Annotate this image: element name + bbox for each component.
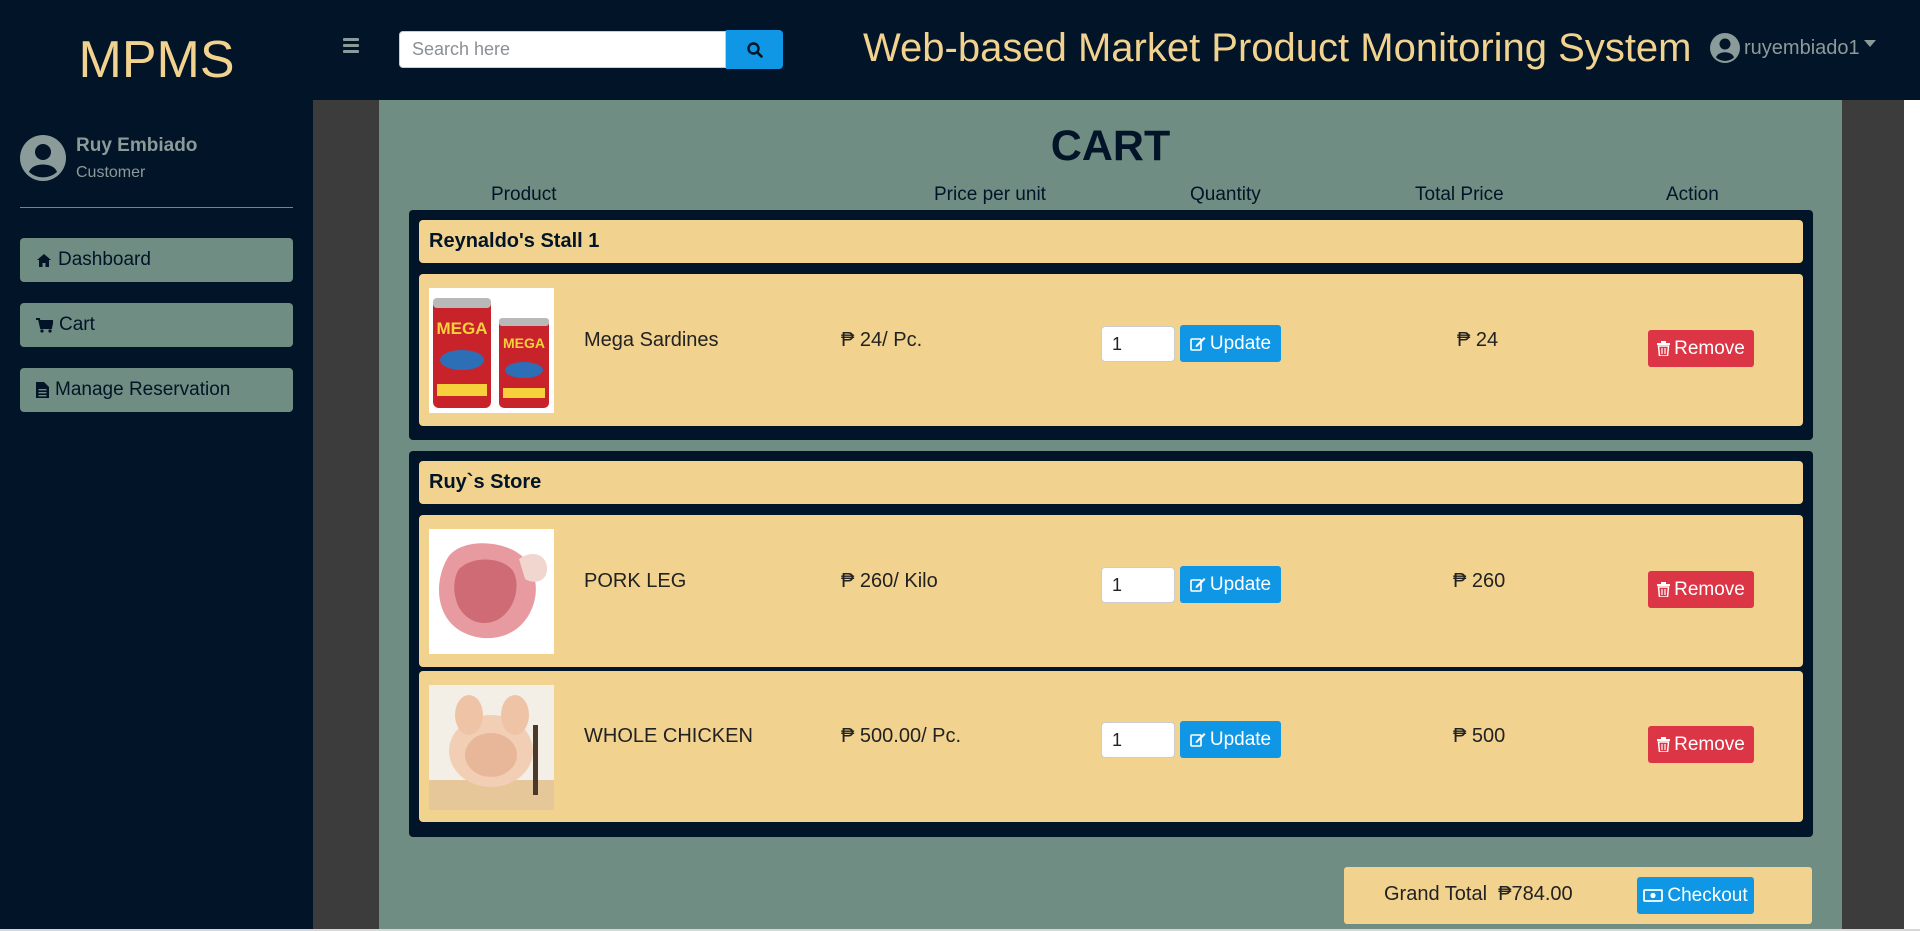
column-header-price: Price per unit [934,184,1046,205]
update-label: Update [1209,728,1272,750]
line-total: ₱ 24 [1457,329,1499,351]
sidebar: MPMS Ruy Embiado Customer Dashboard Cart [0,0,313,929]
product-image: MEGA MEGA [429,288,554,413]
topbar: Web-based Market Product Monitoring Syst… [313,0,1920,100]
line-total: ₱ 500 [1453,725,1506,747]
page-title: CART [1050,122,1171,170]
cart-item-row: WHOLE CHICKEN ₱ 500.00/ Pc. Update ₱ 500 [419,671,1803,822]
sidebar-item-label: Manage Reservation [55,379,231,400]
product-name: WHOLE CHICKEN [584,725,753,747]
quantity-input[interactable] [1101,722,1175,758]
money-bill-icon [1643,889,1664,902]
trash-icon [1657,341,1671,356]
remove-button[interactable]: Remove [1648,571,1754,608]
cart-item-row: MEGA MEGA Mega Sardines ₱ 24/ Pc. Update… [419,274,1803,426]
checkout-label: Checkout [1667,884,1748,906]
remove-label: Remove [1674,733,1745,755]
sidebar-item-cart[interactable]: Cart [20,303,293,347]
edit-icon [1190,578,1206,592]
caret-down-icon [1863,39,1876,47]
product-name: PORK LEG [584,570,687,592]
product-unit-price: ₱ 500.00/ Pc. [841,725,962,747]
column-header-quantity: Quantity [1190,184,1261,205]
home-icon [37,253,51,267]
checkout-button[interactable]: Checkout [1637,877,1754,914]
remove-button[interactable]: Remove [1648,330,1754,367]
column-header-action: Action [1666,184,1719,205]
account-username: ruyembiado1 [1744,36,1860,59]
update-button[interactable]: Update [1180,721,1281,758]
quantity-input[interactable] [1101,326,1175,362]
user-circle-icon [1710,33,1740,63]
edit-icon [1190,733,1206,747]
user-panel: Ruy Embiado Customer [20,133,293,208]
grand-total-value: ₱784.00 [1498,883,1573,905]
product-name: Mega Sardines [584,329,719,351]
remove-label: Remove [1674,578,1745,600]
hamburger-menu-icon[interactable] [343,38,363,54]
cart-panel: CART Product Price per unit Quantity Tot… [379,100,1842,929]
user-role: Customer [76,164,146,181]
store-group: Ruy`s Store PORK LEG ₱ 260/ Kilo Update … [409,451,1813,837]
product-image [429,529,554,654]
trash-icon [1657,737,1671,752]
svg-text:MEGA: MEGA [437,319,488,338]
cart-item-row: PORK LEG ₱ 260/ Kilo Update ₱ 260 [419,515,1803,667]
svg-text:MEGA: MEGA [503,335,545,351]
document-icon [36,382,49,398]
search-input[interactable] [399,31,726,68]
update-label: Update [1209,573,1272,595]
search-icon [746,41,763,58]
account-dropdown[interactable]: ruyembiado1 [1710,33,1876,63]
line-total: ₱ 260 [1453,570,1506,592]
update-button[interactable]: Update [1180,325,1281,362]
scrollbar[interactable] [1904,100,1920,929]
column-header-product: Product [491,184,557,205]
product-unit-price: ₱ 260/ Kilo [841,570,938,592]
edit-icon [1190,337,1206,351]
update-label: Update [1209,332,1272,354]
user-name: Ruy Embiado [76,135,198,156]
grand-total-label: Grand Total [1384,883,1488,905]
grand-total: Grand Total ₱784.00 [1384,883,1573,906]
update-button[interactable]: Update [1180,566,1281,603]
store-name: Reynaldo's Stall 1 [419,220,1803,263]
product-unit-price: ₱ 24/ Pc. [841,329,923,351]
sidebar-item-label: Cart [59,314,95,335]
store-group: Reynaldo's Stall 1 MEGA MEGA Mega Sardin… [409,210,1813,440]
app-title: Web-based Market Product Monitoring Syst… [863,26,1692,70]
user-avatar-icon [20,135,66,181]
sidebar-item-label: Dashboard [58,249,151,270]
cart-icon [36,317,53,333]
remove-label: Remove [1674,337,1745,359]
grand-total-box: Grand Total ₱784.00 Checkout [1344,867,1812,924]
trash-icon [1657,582,1671,597]
remove-button[interactable]: Remove [1648,726,1754,763]
sidebar-item-dashboard[interactable]: Dashboard [20,238,293,282]
sidebar-item-manage-reservation[interactable]: Manage Reservation [20,368,293,412]
column-header-total: Total Price [1415,184,1504,205]
brand-logo[interactable]: MPMS [0,30,313,90]
product-image [429,685,554,810]
quantity-input[interactable] [1101,567,1175,603]
store-name: Ruy`s Store [419,461,1803,504]
search-button[interactable] [726,30,783,69]
